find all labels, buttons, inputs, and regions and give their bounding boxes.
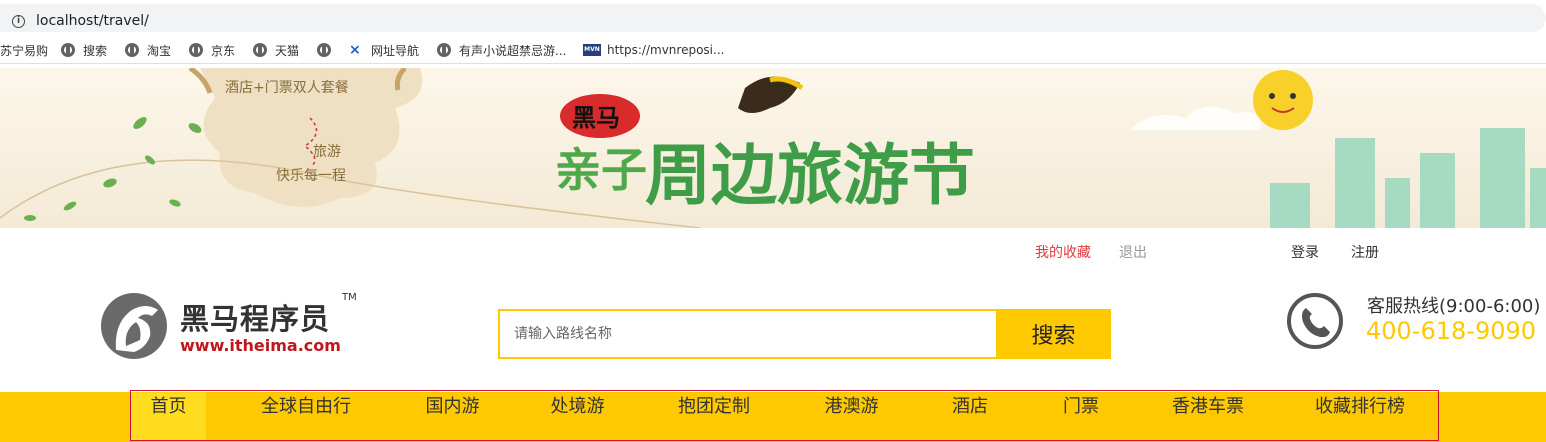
search-box <box>498 309 998 359</box>
bookmark-label: 有声小说超禁忌游... <box>459 43 567 58</box>
bookmark-label: 搜索 <box>83 43 108 58</box>
bookmark-suning[interactable]: 苏宁易购 <box>0 41 48 59</box>
url-text[interactable]: localhost/travel/ <box>36 13 149 29</box>
my-favorites-link[interactable]: 我的收藏 <box>1035 242 1091 262</box>
phone-icon <box>1287 293 1343 349</box>
svg-text:旅游: 旅游 <box>313 144 341 160</box>
address-bar: i localhost/travel/ <box>0 0 1546 36</box>
bookmarks-bar: 苏宁易购 搜索 淘宝 京东 天猫 ⨯ 网址导航 有声小说超禁忌游... MVN … <box>0 36 1546 64</box>
bookmark-label: 京东 <box>211 43 236 58</box>
bookmark-tmall[interactable]: 天猫 <box>253 41 299 59</box>
nav-highlight-frame <box>130 390 1439 441</box>
hotline-label: 客服热线(9:00-6:00) <box>1367 296 1541 317</box>
promo-banner[interactable]: 酒店+门票双人套餐 旅游 快乐每一程 黑马 亲子 周边旅游节 <box>0 68 1546 228</box>
banner-art: 酒店+门票双人套餐 旅游 快乐每一程 黑马 亲子 周边旅游节 <box>0 68 1546 228</box>
bookmark-label: 网址导航 <box>371 43 420 58</box>
globe-icon <box>317 43 331 57</box>
globe-icon <box>125 43 139 57</box>
bookmark-nav[interactable]: ⨯ 网址导航 <box>349 41 419 59</box>
globe-icon <box>437 43 451 57</box>
hotline-number: 400-618-9090 <box>1366 317 1537 345</box>
x-icon: ⨯ <box>349 42 361 58</box>
register-link[interactable]: 注册 <box>1351 242 1379 262</box>
bookmark-label: 苏宁易购 <box>0 43 49 58</box>
svg-text:酒店+门票双人套餐: 酒店+门票双人套餐 <box>225 80 349 96</box>
globe-icon <box>189 43 203 57</box>
globe-icon <box>61 43 75 57</box>
logout-link[interactable]: 退出 <box>1119 242 1147 262</box>
svg-text:亲子: 亲子 <box>555 143 647 197</box>
info-icon[interactable]: i <box>12 15 25 28</box>
svg-text:周边旅游节: 周边旅游节 <box>645 137 975 214</box>
logo-url: www.itheima.com <box>180 336 341 355</box>
search-input[interactable] <box>500 311 996 357</box>
globe-icon <box>253 43 267 57</box>
bookmark-search[interactable]: 搜索 <box>61 41 107 59</box>
bookmark-globe[interactable] <box>317 41 339 59</box>
bookmark-label: 天猫 <box>275 43 300 58</box>
site-logo[interactable]: 黑马程序员 TM www.itheima.com <box>96 288 366 364</box>
svg-text:快乐每一程: 快乐每一程 <box>276 168 346 184</box>
svg-text:黑马: 黑马 <box>572 104 620 132</box>
bookmark-jd[interactable]: 京东 <box>189 41 235 59</box>
logo-name: 黑马程序员 <box>180 302 331 336</box>
bookmark-mvn[interactable]: MVN https://mvnreposi... <box>583 41 724 59</box>
mvn-icon: MVN <box>583 44 601 56</box>
login-link[interactable]: 登录 <box>1291 242 1319 262</box>
bookmark-novel[interactable]: 有声小说超禁忌游... <box>437 41 566 59</box>
bookmark-label: 淘宝 <box>147 43 172 58</box>
logo-trademark: TM <box>342 292 357 303</box>
bookmark-taobao[interactable]: 淘宝 <box>125 41 171 59</box>
search-button[interactable]: 搜索 <box>996 309 1111 359</box>
url-field[interactable]: i localhost/travel/ <box>0 4 1546 32</box>
bookmark-label: https://mvnreposi... <box>607 43 725 57</box>
horse-logo-icon <box>101 293 167 359</box>
